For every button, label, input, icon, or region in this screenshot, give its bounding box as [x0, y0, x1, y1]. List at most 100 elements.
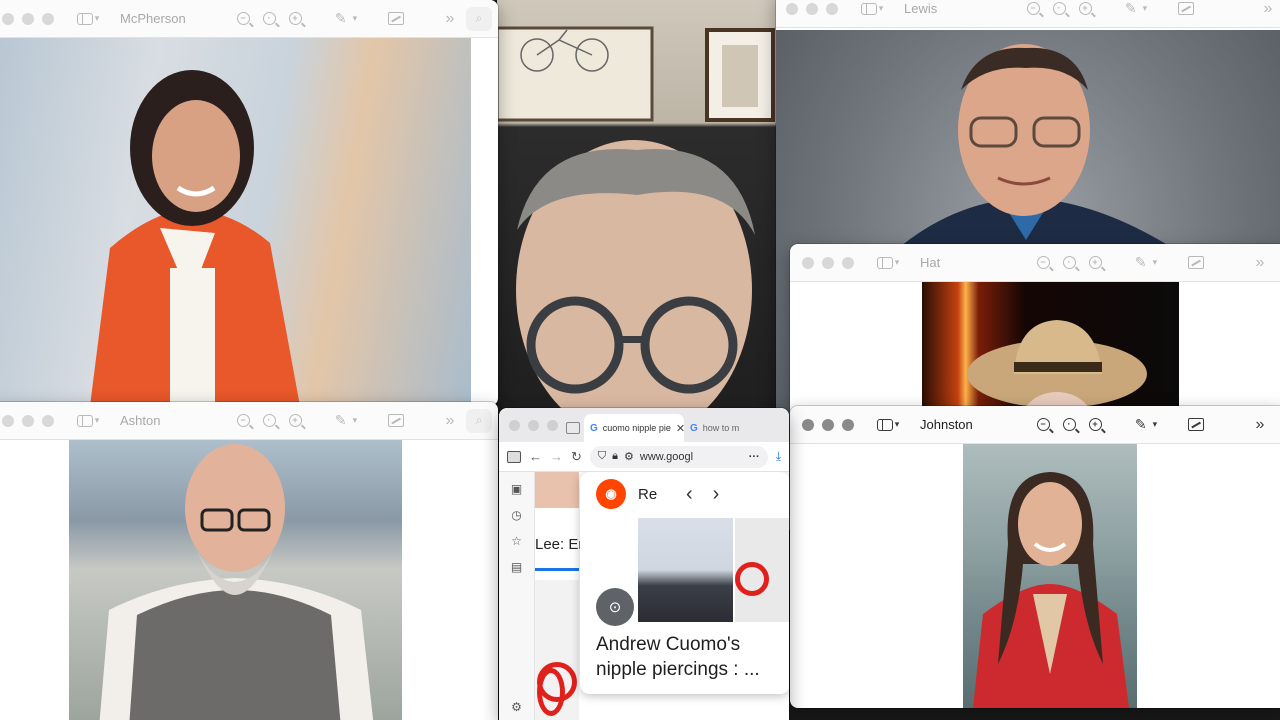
tab-cuomo-search[interactable]: G cuomo nipple pie ✕ [584, 414, 685, 442]
markup-button[interactable]: ✎ ▾ [1116, 0, 1156, 21]
crop-button[interactable] [1186, 251, 1206, 275]
zoom-fit-button[interactable]: · [1060, 413, 1078, 437]
settings-gear-icon[interactable]: ⚙ [511, 700, 522, 714]
crop-button[interactable] [1186, 413, 1206, 437]
toolbar-overflow-button[interactable]: » [1258, 0, 1278, 21]
zoom-button[interactable] [547, 420, 558, 431]
shield-icon: ⛉ [597, 450, 607, 462]
tabs-panel-icon[interactable]: ▣ [511, 482, 522, 496]
zoom-in-button[interactable]: + [1076, 0, 1094, 21]
search-button[interactable]: ⌕ [466, 408, 492, 433]
chevron-down-icon: ▾ [1152, 419, 1158, 429]
zoom-out-button[interactable]: − [1024, 0, 1042, 21]
zoom-button[interactable] [842, 256, 854, 269]
video-frame-illustration [497, 26, 775, 410]
preview-window-ashton[interactable]: ▾ Ashton − · + ✎ ▾ » ⌕ [0, 402, 498, 720]
zoom-out-button[interactable]: − [234, 409, 252, 433]
google-lens-icon[interactable]: ⊙ [596, 588, 634, 626]
zoom-button[interactable] [842, 418, 854, 431]
traffic-lights [786, 2, 838, 15]
close-button[interactable] [2, 414, 14, 427]
markup-button[interactable]: ✎ ▾ [326, 409, 366, 433]
close-button[interactable] [2, 12, 14, 25]
sidebar-toggle-button[interactable]: ▾ [70, 409, 106, 433]
zoom-fit-button[interactable]: · [260, 409, 278, 433]
minimize-button[interactable] [822, 418, 834, 431]
crop-button[interactable] [386, 7, 406, 31]
preview-window-johnston[interactable]: ▾ Johnston − · + ✎ ▾ » [790, 406, 1280, 708]
bookmark-star-icon[interactable]: ☆ [511, 534, 522, 548]
sidebar-icon [860, 2, 877, 15]
related-image[interactable] [735, 518, 789, 622]
next-arrow-icon[interactable]: › [713, 483, 720, 506]
window-title: Hat [920, 255, 941, 270]
minimize-button[interactable] [822, 256, 834, 269]
reddit-icon: ◉ [596, 479, 626, 509]
search-button[interactable]: ⌕ [466, 6, 492, 31]
crop-button[interactable] [1176, 0, 1196, 21]
back-arrow-icon[interactable]: ← [529, 449, 542, 464]
address-bar[interactable]: ⛉ 🔒︎ ⚙︎ www.googl ··· [589, 445, 768, 468]
image-mcpherson [0, 38, 471, 406]
minimize-button[interactable] [22, 414, 34, 427]
zoom-button[interactable] [42, 12, 54, 25]
previous-arrow-icon[interactable]: ‹ [686, 483, 693, 506]
sidebar-toggle-icon[interactable] [507, 450, 521, 463]
tab-overview-icon[interactable] [566, 422, 580, 434]
underline-accent [535, 568, 579, 571]
zoom-fit-button[interactable]: · [260, 7, 278, 31]
close-button[interactable] [509, 420, 520, 431]
zoom-in-button[interactable]: + [1086, 413, 1104, 437]
zoom-in-button[interactable]: + [1086, 251, 1104, 275]
browser-window[interactable]: G cuomo nipple pie ✕ G how to m ← → ↻ ⛉ … [499, 408, 789, 720]
traffic-lights [802, 256, 854, 269]
video-frame-photo [497, 0, 779, 410]
zoom-in-button[interactable]: + [286, 409, 304, 433]
markup-button[interactable]: ✎ ▾ [1126, 413, 1166, 437]
minimize-button[interactable] [22, 12, 34, 25]
toolbar-overflow-button[interactable]: » [440, 7, 460, 31]
sidebar-toggle-button[interactable]: ▾ [854, 0, 890, 21]
result-image[interactable] [638, 518, 733, 622]
reload-icon[interactable]: ↻ [571, 449, 582, 465]
markup-button[interactable]: ✎ ▾ [326, 7, 366, 31]
zoom-fit-button[interactable]: · [1050, 0, 1068, 21]
toolbar-overflow-button[interactable]: » [440, 409, 460, 433]
sidebar-toggle-button[interactable]: ▾ [870, 413, 906, 437]
zoom-out-button[interactable]: − [1034, 251, 1052, 275]
preview-window-mcpherson[interactable]: ▾ McPherson − · + ✎ ▾ » ⌕ [0, 0, 498, 406]
zoom-out-button[interactable]: − [1034, 413, 1052, 437]
page-actions-icon[interactable]: ··· [749, 451, 760, 463]
tab-how-to[interactable]: G how to m [684, 414, 744, 442]
chevron-down-icon: ▾ [894, 257, 900, 267]
close-button[interactable] [802, 418, 814, 431]
result-title[interactable]: Andrew Cuomo's nipple piercings : ... [596, 632, 780, 682]
traffic-lights [802, 418, 854, 431]
sidebar-toggle-button[interactable]: ▾ [870, 251, 906, 275]
forward-arrow-icon[interactable]: → [550, 449, 563, 464]
close-button[interactable] [802, 256, 814, 269]
markup-button[interactable]: ✎ ▾ [1126, 251, 1166, 275]
minimize-button[interactable] [528, 420, 539, 431]
image-result-card[interactable]: ◉ Re ‹ › ⊙ Andrew Cuomo's nipple piercin… [580, 472, 789, 694]
card-header: ◉ Re ‹ › [580, 472, 789, 516]
zoom-fit-icon: · [1052, 2, 1066, 15]
zoom-button[interactable] [826, 2, 838, 15]
minimize-button[interactable] [806, 2, 818, 15]
zoom-fit-button[interactable]: · [1060, 251, 1078, 275]
toolbar-overflow-button[interactable]: » [1250, 413, 1270, 437]
zoom-in-button[interactable]: + [286, 7, 304, 31]
red-ring-mark [735, 562, 769, 596]
download-icon[interactable]: ⤓ [776, 449, 781, 464]
lock-icon: 🔒︎ [612, 450, 619, 462]
zoom-in-icon: + [288, 12, 302, 25]
zoom-out-button[interactable]: − [234, 7, 252, 31]
crop-button[interactable] [386, 409, 406, 433]
sidebar-toggle-button[interactable]: ▾ [70, 7, 106, 31]
toolbar-overflow-button[interactable]: » [1250, 251, 1270, 275]
reading-list-icon[interactable]: ▤ [511, 560, 522, 574]
zoom-in-icon: + [1078, 2, 1092, 15]
zoom-button[interactable] [42, 414, 54, 427]
history-icon[interactable]: ◷ [511, 508, 521, 522]
close-button[interactable] [786, 2, 798, 15]
